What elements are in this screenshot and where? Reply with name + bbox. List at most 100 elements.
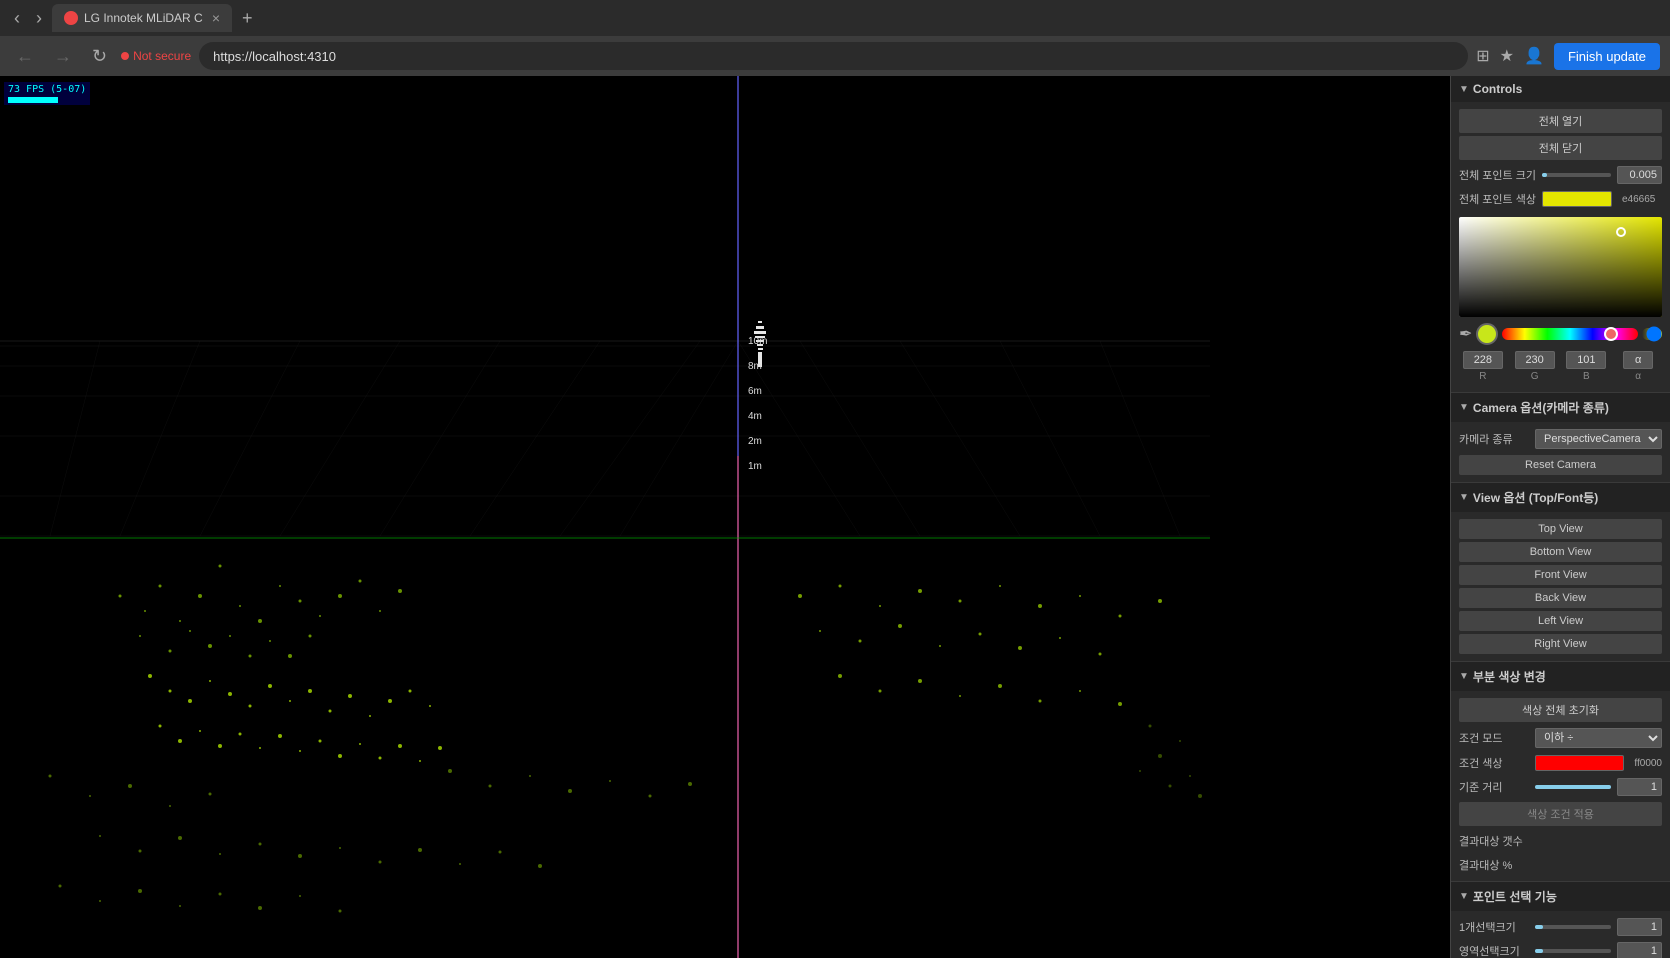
point-select-arrow: ▼ (1459, 891, 1469, 902)
g-input[interactable] (1515, 351, 1555, 369)
view-header[interactable]: ▼ View 옵션 (Top/Font등) (1451, 483, 1670, 512)
extensions-icon[interactable]: ⊞ (1476, 46, 1489, 66)
area-select-track (1535, 949, 1611, 953)
area-select-label: 영역선택크기 (1459, 943, 1529, 958)
view-content: Top View Bottom View Front View Back Vie… (1451, 512, 1670, 661)
result-dist-row: 결과대상 % (1451, 853, 1670, 877)
select-size-fill (1535, 925, 1543, 929)
point-size-track (1542, 173, 1611, 177)
height-4m: 4m (748, 411, 767, 422)
point-size-fill (1542, 173, 1548, 177)
bottom-view-btn[interactable]: Bottom View (1459, 542, 1662, 562)
a-group: α (1614, 351, 1662, 382)
height-labels: 10m 8m 6m 4m 2m 1m (748, 336, 767, 472)
area-select-fill (1535, 949, 1543, 953)
r-input[interactable] (1463, 351, 1503, 369)
insecure-dot (121, 52, 129, 60)
condition-mode-select[interactable]: 이하 ÷ (1535, 728, 1662, 748)
view-arrow: ▼ (1459, 492, 1469, 503)
condition-color-swatch[interactable] (1535, 755, 1624, 771)
tab-close-btn[interactable]: × (212, 10, 220, 26)
point-color-label: 전체 포인트 색상 (1459, 191, 1536, 207)
r-label: R (1479, 371, 1486, 382)
point-color-row: 전체 포인트 색상 e46665 (1451, 187, 1670, 211)
color-circle-swatch[interactable] (1476, 323, 1498, 345)
controls-content: 전체 열기 전체 닫기 전체 포인트 크기 전체 포인트 색상 e46665 (1451, 102, 1670, 392)
condition-mode-row: 조건 모드 이하 ÷ (1451, 725, 1670, 751)
controls-header[interactable]: ▼ Controls (1451, 76, 1670, 102)
refresh-btn[interactable]: ↻ (86, 44, 113, 69)
back-view-btn[interactable]: Back View (1459, 588, 1662, 608)
select-size-label: 1개선택크기 (1459, 919, 1529, 935)
a-input[interactable] (1623, 351, 1653, 369)
color-reset-btn[interactable]: 색상 전체 초기화 (1459, 698, 1662, 722)
select-size-row: 1개선택크기 (1451, 915, 1670, 939)
area-select-row: 영역선택크기 (1451, 939, 1670, 958)
top-view-btn[interactable]: Top View (1459, 519, 1662, 539)
back-btn[interactable]: ← (10, 44, 40, 69)
condition-color-row: 조건 색상 ff0000 (1451, 751, 1670, 775)
base-dist-track (1535, 785, 1611, 789)
color-picker-area: ✒ R G (1451, 211, 1670, 388)
view-title: View 옵션 (Top/Font등) (1473, 489, 1598, 506)
tab-forward-nav[interactable]: › (30, 6, 48, 31)
height-8m: 8m (748, 361, 767, 372)
camera-arrow: ▼ (1459, 402, 1469, 413)
left-view-btn[interactable]: Left View (1459, 611, 1662, 631)
active-tab[interactable]: LG Innotek MLiDAR C × (52, 4, 232, 32)
camera-type-label: 카메라 종류 (1459, 431, 1529, 447)
reset-camera-btn[interactable]: Reset Camera (1459, 455, 1662, 475)
viewport[interactable]: 73 FPS (5-07) (0, 76, 1450, 958)
result-count-row: 결과대상 갯수 (1451, 829, 1670, 853)
nav-actions: ⊞ ★ 👤 Finish update (1476, 43, 1660, 70)
condition-color-label: 조건 색상 (1459, 755, 1529, 771)
condition-color-hex: ff0000 (1634, 758, 1662, 769)
area-select-input[interactable] (1617, 942, 1662, 958)
eyedropper-icon[interactable]: ✒ (1459, 324, 1472, 344)
app-container: 73 FPS (5-07) (0, 76, 1670, 958)
hue-slider[interactable] (1502, 328, 1638, 340)
base-dist-input[interactable] (1617, 778, 1662, 796)
point-select-header[interactable]: ▼ 포인트 선택 기능 (1451, 882, 1670, 911)
front-view-btn[interactable]: Front View (1459, 565, 1662, 585)
color-change-content: 색상 전체 초기화 조건 모드 이하 ÷ 조건 색상 ff0000 기준 거리 (1451, 691, 1670, 881)
base-dist-row: 기준 거리 (1451, 775, 1670, 799)
controls-title: Controls (1473, 82, 1522, 96)
select-size-input[interactable] (1617, 918, 1662, 936)
address-bar[interactable] (199, 42, 1468, 70)
apply-condition-btn[interactable]: 색상 조건 적용 (1459, 802, 1662, 826)
point-color-swatch[interactable] (1542, 191, 1612, 207)
browser-chrome: ‹ › LG Innotek MLiDAR C × + ← → ↻ Not se… (0, 0, 1670, 76)
camera-content: 카메라 종류 PerspectiveCamera Reset Camera (1451, 422, 1670, 482)
color-change-header[interactable]: ▼ 부분 색상 변경 (1451, 662, 1670, 691)
tab-back-nav[interactable]: ‹ (8, 6, 26, 31)
color-change-title: 부분 색상 변경 (1473, 668, 1546, 685)
finish-update-button[interactable]: Finish update (1554, 43, 1660, 70)
nav-bar: ← → ↻ Not secure ⊞ ★ 👤 Finish update (0, 36, 1670, 76)
close-all-btn[interactable]: 전체 닫기 (1459, 136, 1662, 160)
camera-header[interactable]: ▼ Camera 옵션(카메라 종류) (1451, 393, 1670, 422)
gradient-overlay (1459, 217, 1662, 317)
alpha-slider[interactable] (1642, 328, 1662, 340)
select-size-track (1535, 925, 1611, 929)
new-tab-btn[interactable]: + (236, 8, 259, 29)
profile-icon[interactable]: 👤 (1524, 46, 1544, 66)
point-size-input[interactable] (1617, 166, 1662, 184)
forward-btn[interactable]: → (48, 44, 78, 69)
tab-favicon (64, 11, 78, 25)
camera-title: Camera 옵션(카메라 종류) (1473, 399, 1609, 416)
open-all-btn[interactable]: 전체 열기 (1459, 109, 1662, 133)
right-view-btn[interactable]: Right View (1459, 634, 1662, 654)
star-icon[interactable]: ★ (1500, 46, 1514, 66)
point-select-title: 포인트 선택 기능 (1473, 888, 1557, 905)
height-6m: 6m (748, 386, 767, 397)
not-secure-label: Not secure (133, 49, 191, 63)
camera-type-select[interactable]: PerspectiveCamera (1535, 429, 1662, 449)
color-gradient[interactable] (1459, 217, 1662, 317)
b-input[interactable] (1566, 351, 1606, 369)
b-group: B (1563, 351, 1611, 382)
point-cloud-svg (0, 76, 1450, 958)
controls-arrow: ▼ (1459, 84, 1469, 95)
a-label: α (1635, 371, 1641, 382)
point-select-section: ▼ 포인트 선택 기능 1개선택크기 영역선택크기 (1451, 882, 1670, 958)
